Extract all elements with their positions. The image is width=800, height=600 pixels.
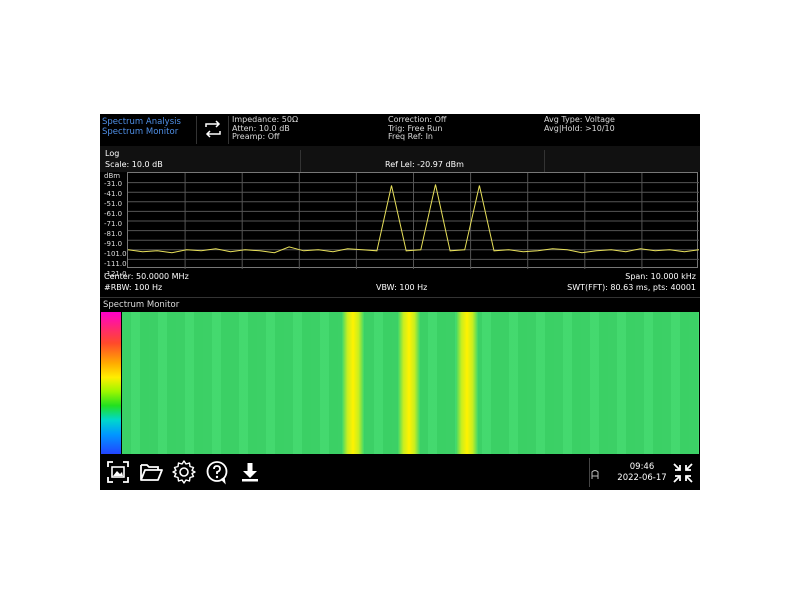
collapse-icon: [673, 463, 693, 483]
download-icon: [242, 463, 258, 482]
y-tick-label: -81.0: [104, 230, 123, 238]
folder-icon: [140, 464, 163, 481]
span-value[interactable]: Span: 10.000 kHz: [625, 272, 696, 281]
y-tick-label: -91.0: [104, 240, 123, 248]
swap-arrows-icon: [205, 120, 221, 138]
clock: 09:46 2022-06-17: [614, 462, 670, 484]
help-icon: [206, 461, 228, 485]
center-freq[interactable]: Center: 50.0000 MHz: [104, 272, 189, 281]
ref-level[interactable]: Ref Lel: -20.97 dBm: [385, 160, 464, 169]
screenshot-button[interactable]: [105, 459, 131, 485]
rbw-value[interactable]: #RBW: 100 Hz: [104, 283, 162, 292]
analyzer-screen: Spectrum Analysis Spectrum Monitor Imped…: [100, 114, 700, 490]
gear-icon: [172, 460, 196, 484]
screenshot-icon: [107, 461, 129, 483]
divider: [196, 116, 197, 144]
preamp-value: Preamp: Off: [232, 132, 280, 141]
bottom-toolbar: 09:46 2022-06-17: [100, 455, 700, 490]
y-tick-label: -31.0: [104, 180, 123, 188]
mode-title[interactable]: Spectrum Analysis: [102, 117, 181, 127]
status-header: Spectrum Analysis Spectrum Monitor Imped…: [100, 114, 700, 145]
waterfall-title: Spectrum Monitor: [103, 300, 180, 310]
divider: [300, 150, 301, 172]
trace-info-bar: Log Scale: 10.0 dB Ref Lel: -20.97 dBm: [100, 146, 700, 172]
freq-ref-value: Freq Ref: In: [388, 132, 433, 141]
help-button[interactable]: [204, 459, 230, 485]
mode-subtitle[interactable]: Spectrum Monitor: [102, 127, 178, 137]
divider: [544, 150, 545, 172]
scale-div[interactable]: Scale: 10.0 dB: [105, 160, 163, 169]
signal-band: [342, 312, 364, 454]
color-scale-bar: [101, 312, 121, 454]
vbw-value[interactable]: VBW: 100 Hz: [376, 283, 427, 292]
download-button[interactable]: [237, 459, 263, 485]
divider: [100, 297, 700, 298]
y-tick-label: -51.0: [104, 200, 123, 208]
spectrum-plot[interactable]: [127, 172, 700, 269]
y-tick-label: -101.0: [104, 250, 127, 258]
file-manager-button[interactable]: [138, 459, 164, 485]
settings-button[interactable]: [171, 459, 197, 485]
y-axis-unit: dBm: [104, 172, 121, 180]
waterfall-display[interactable]: [122, 312, 699, 454]
avg-hold-value: Avg|Hold: >10/10: [544, 123, 615, 133]
divider: [228, 116, 229, 144]
remote-lock-icon: [591, 470, 599, 479]
clock-time: 09:46: [629, 462, 655, 472]
scale-type[interactable]: Log: [105, 149, 119, 158]
clock-date: 2022-06-17: [617, 473, 667, 483]
y-tick-label: -61.0: [104, 210, 123, 218]
y-tick-label: -41.0: [104, 190, 123, 198]
sweep-time[interactable]: SWT(FFT): 80.63 ms, pts: 40001: [567, 283, 696, 292]
y-tick-label: -71.0: [104, 220, 123, 228]
signal-band: [398, 312, 420, 454]
spectrum-trace-canvas: [127, 173, 700, 269]
mode-switch-button[interactable]: [201, 120, 225, 138]
y-tick-label: -111.0: [104, 260, 127, 268]
signal-band: [456, 312, 478, 454]
exit-fullscreen-button[interactable]: [670, 460, 696, 486]
